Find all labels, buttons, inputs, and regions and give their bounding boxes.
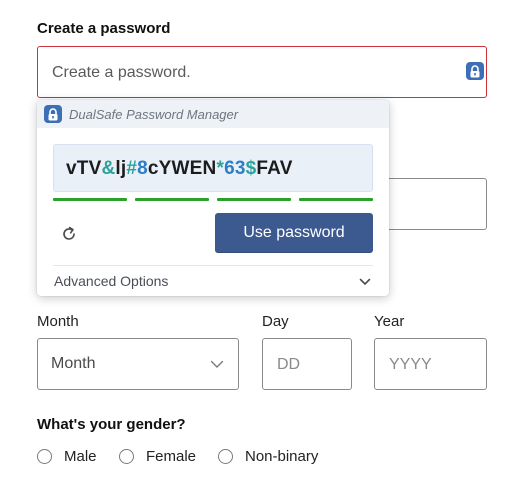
pw-part: & xyxy=(101,158,116,179)
refresh-icon[interactable] xyxy=(59,224,79,244)
year-label: Year xyxy=(374,313,405,330)
use-password-button[interactable]: Use password xyxy=(215,213,373,253)
pw-part: lj xyxy=(115,158,127,179)
chevron-down-icon[interactable] xyxy=(359,278,371,286)
radio-button[interactable] xyxy=(218,449,233,464)
month-label: Month xyxy=(37,313,79,330)
strength-bar xyxy=(135,198,209,201)
strength-meter xyxy=(53,198,373,201)
password-manager-popup: DualSafe Password Manager vTV&lj#8cYWEN*… xyxy=(37,100,389,296)
popup-header: DualSafe Password Manager xyxy=(37,100,389,128)
strength-bar xyxy=(217,198,291,201)
pw-part: vTV xyxy=(66,158,102,179)
gender-option-male[interactable]: Male xyxy=(37,448,97,465)
pw-part: 8 xyxy=(137,158,148,179)
month-select-value: Month xyxy=(51,355,96,372)
gender-option-female[interactable]: Female xyxy=(119,448,196,465)
day-field[interactable] xyxy=(262,338,352,391)
gender-label: What's your gender? xyxy=(37,416,186,433)
radio-button[interactable] xyxy=(119,449,134,464)
strength-bar xyxy=(299,198,373,201)
password-field[interactable] xyxy=(37,46,487,98)
dualsafe-logo-icon xyxy=(44,105,62,123)
day-input[interactable] xyxy=(275,339,349,391)
pw-part: $ xyxy=(245,158,257,179)
day-label: Day xyxy=(262,313,289,330)
dualsafe-lock-icon[interactable] xyxy=(466,62,484,80)
password-label: Create a password xyxy=(37,20,171,37)
month-select[interactable]: Month xyxy=(37,338,239,390)
popup-title: DualSafe Password Manager xyxy=(69,107,239,122)
year-field[interactable] xyxy=(374,338,487,391)
radio-label: Female xyxy=(146,448,197,465)
generated-password: vTV&lj#8cYWEN*63$FAV xyxy=(66,158,293,180)
pw-part: cYWEN xyxy=(147,158,217,179)
pw-part: FAV xyxy=(256,158,293,179)
year-input[interactable] xyxy=(387,339,481,391)
password-input[interactable] xyxy=(50,47,454,98)
chevron-down-icon xyxy=(210,360,224,368)
radio-button[interactable] xyxy=(37,449,52,464)
divider xyxy=(53,265,373,266)
pw-part: # xyxy=(126,158,138,179)
pw-part: * xyxy=(216,158,225,179)
radio-label: Male xyxy=(64,448,97,465)
gender-option-non-binary[interactable]: Non-binary xyxy=(218,448,318,465)
strength-bar xyxy=(53,198,127,201)
radio-label: Non-binary xyxy=(245,448,319,465)
pw-part: 63 xyxy=(224,158,246,179)
advanced-options-toggle[interactable]: Advanced Options xyxy=(54,273,168,289)
generated-password-box[interactable]: vTV&lj#8cYWEN*63$FAV xyxy=(53,144,373,192)
